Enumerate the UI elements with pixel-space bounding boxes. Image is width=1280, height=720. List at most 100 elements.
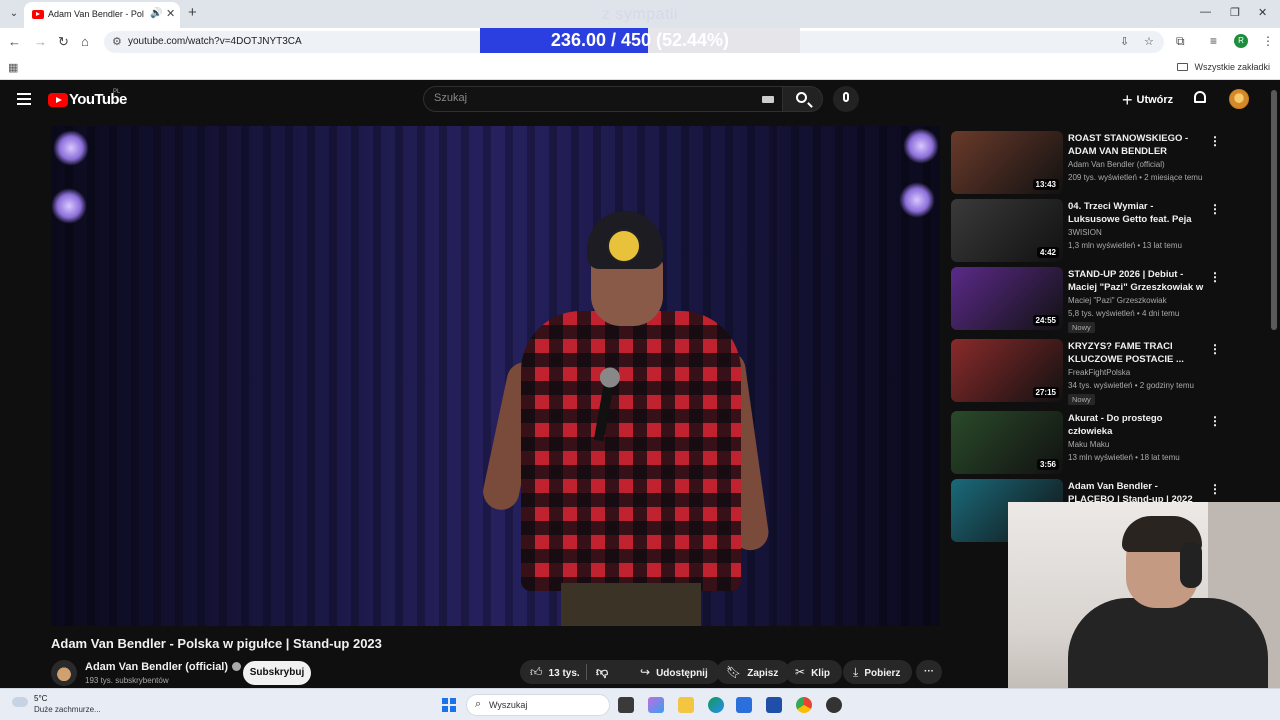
start-button[interactable] [442,698,456,712]
more-options-icon[interactable]: ⋮ [1209,414,1221,428]
create-button[interactable]: + Utwórz [1122,90,1173,111]
search-icon [796,92,807,103]
more-options-icon[interactable]: ⋮ [1209,134,1221,148]
video-thumbnail[interactable]: 4:42 [951,199,1063,262]
chrome-menu-icon[interactable]: ⋮ [1262,34,1274,48]
apps-grid-icon[interactable]: ▦ [8,61,18,74]
notifications-bell-icon[interactable] [1194,91,1206,103]
rec-channel[interactable]: Maku Maku [1068,440,1109,449]
search-input[interactable] [434,92,734,104]
rec-channel[interactable]: Maciej "Pazi" Grzeszkowiak [1068,296,1167,305]
tab-search-icon[interactable]: ⌄ [6,6,22,22]
restore-icon[interactable]: ❐ [1230,6,1240,19]
back-icon[interactable]: ← [8,34,21,49]
chrome-icon[interactable] [796,697,812,713]
channel-avatar[interactable] [51,660,77,686]
close-tab-icon[interactable]: ✕ [166,7,175,20]
thumbs-down-icon[interactable]: 👎︎ [596,660,608,684]
more-options-icon[interactable]: ⋮ [1209,342,1221,356]
rec-title[interactable]: KRYZYS? FAME TRACI KLUCZOWE POSTACIE ... [1068,340,1204,366]
account-avatar[interactable] [1229,89,1249,109]
video-player[interactable] [51,126,940,626]
channel-name-text[interactable]: Adam Van Bendler (official) [85,661,228,673]
video-thumbnail[interactable]: 27:15 [951,339,1063,402]
rec-meta: 13 mln wyświetleń • 18 lat temu [1068,453,1180,462]
region-code: PL [113,89,121,95]
more-options-icon[interactable]: ⋮ [1209,482,1221,496]
rec-channel[interactable]: 3WISION [1068,228,1102,237]
download-button[interactable]: ⤓ Pobierz [843,660,913,684]
voice-search-button[interactable] [833,86,859,112]
recommended-video[interactable]: 27:15 KRYZYS? FAME TRACI KLUCZOWE POSTACI… [951,339,1251,405]
more-options-icon[interactable]: ⋮ [1209,270,1221,284]
copilot-icon[interactable] [648,697,664,713]
install-app-icon[interactable]: ⇩ [1120,35,1129,48]
download-label: Pobierz [864,668,901,679]
home-icon[interactable]: ⌂ [81,34,89,49]
search-icon: ⌕ [475,698,482,710]
duration-badge: 4:42 [1036,247,1059,258]
video-thumbnail[interactable]: 3:56 [951,411,1063,474]
share-icon: ↪ [640,665,651,679]
keyboard-icon[interactable] [762,96,774,103]
subscribe-button[interactable]: Subskrybuj [243,661,311,685]
more-icon: ··· [924,666,934,677]
rec-title[interactable]: STAND-UP 2026 | Debiut - Maciej "Pazi" G… [1068,268,1204,294]
profile-avatar[interactable]: R [1234,34,1248,48]
youtube-play-icon [48,93,68,107]
bookmark-star-icon[interactable]: ☆ [1144,35,1154,48]
video-thumbnail[interactable]: 24:55 [951,267,1063,330]
store-icon[interactable] [766,697,782,713]
rec-meta: 209 tys. wyświetleń • 2 miesiące temu [1068,173,1203,182]
like-count: 13 tys. [548,668,580,679]
mail-icon[interactable] [736,697,752,713]
rec-channel[interactable]: Adam Van Bendler (official) [1068,160,1165,169]
video-thumbnail[interactable]: 13:43 [951,131,1063,194]
rec-title[interactable]: ROAST STANOWSKIEGO - ADAM VAN BENDLER [1068,132,1204,158]
subscriber-count: 193 tys. subskrybentów [85,676,169,685]
channel-name[interactable]: Adam Van Bendler (official) [85,661,242,673]
app-icon[interactable] [826,697,842,713]
media-control-icon[interactable]: ≡ [1210,34,1217,48]
clip-button[interactable]: ✂ Klip [785,660,842,684]
recommended-video[interactable]: 3:56 Akurat - Do prostego człowieka Maku M… [951,411,1251,475]
plaid-shirt [521,311,741,591]
browser-tab[interactable]: Adam Van Bendler - Polsk 🔊 ✕ [24,2,180,28]
duration-badge: 27:15 [1032,387,1059,398]
more-actions-button[interactable]: ··· [916,660,942,684]
create-label: Utwórz [1136,94,1174,106]
minimize-icon[interactable]: — [1200,6,1211,18]
forward-icon[interactable]: → [34,34,47,49]
url-text[interactable]: youtube.com/watch?v=4DOTJNYT3CA [128,36,302,47]
rec-channel[interactable]: FreakFightPolska [1068,368,1130,377]
task-view-icon[interactable] [618,697,634,713]
rec-title[interactable]: 04. Trzeci Wymiar - Luksusowe Getto feat… [1068,200,1204,226]
site-info-icon[interactable]: ⚙ [112,35,122,48]
close-window-icon[interactable]: ✕ [1258,6,1267,19]
comedian-figure [479,211,771,626]
extensions-icon[interactable]: ⧉ [1176,34,1185,49]
recommended-video[interactable]: 24:55 STAND-UP 2026 | Debiut - Maciej "Pa… [951,267,1251,333]
page-scrollbar[interactable] [1271,90,1277,330]
taskbar-search[interactable]: ⌕ Wyszukaj [466,694,610,716]
edge-icon[interactable] [708,697,724,713]
more-options-icon[interactable]: ⋮ [1209,202,1221,216]
new-tab-button[interactable]: + [188,4,197,21]
rec-title[interactable]: Akurat - Do prostego człowieka [1068,412,1204,438]
verified-icon [232,662,242,671]
plus-icon: + [1122,90,1133,110]
recommended-video[interactable]: 4:42 04. Trzeci Wymiar - Luksusowe Getto … [951,199,1251,263]
search-box[interactable] [423,86,783,112]
speaker-icon[interactable]: 🔊 [150,8,162,19]
all-bookmarks-button[interactable]: Wszystkie zakładki [1177,62,1270,72]
share-button[interactable]: ↪ Udostępnij [630,660,720,684]
reload-icon[interactable]: ↻ [58,34,69,50]
rec-meta: 34 tys. wyświetleń • 2 godziny temu [1068,381,1194,390]
menu-icon[interactable] [17,93,31,105]
file-explorer-icon[interactable] [678,697,694,713]
tab-title: Adam Van Bendler - Polsk [48,9,144,19]
search-button[interactable] [783,86,823,112]
like-button[interactable]: 👍︎ 13 tys. [520,665,580,679]
recommended-video[interactable]: 13:43 ROAST STANOWSKIEGO - ADAM VAN BENDL… [951,131,1251,195]
save-button[interactable]: 🔖︎ Zapisz [716,660,791,684]
